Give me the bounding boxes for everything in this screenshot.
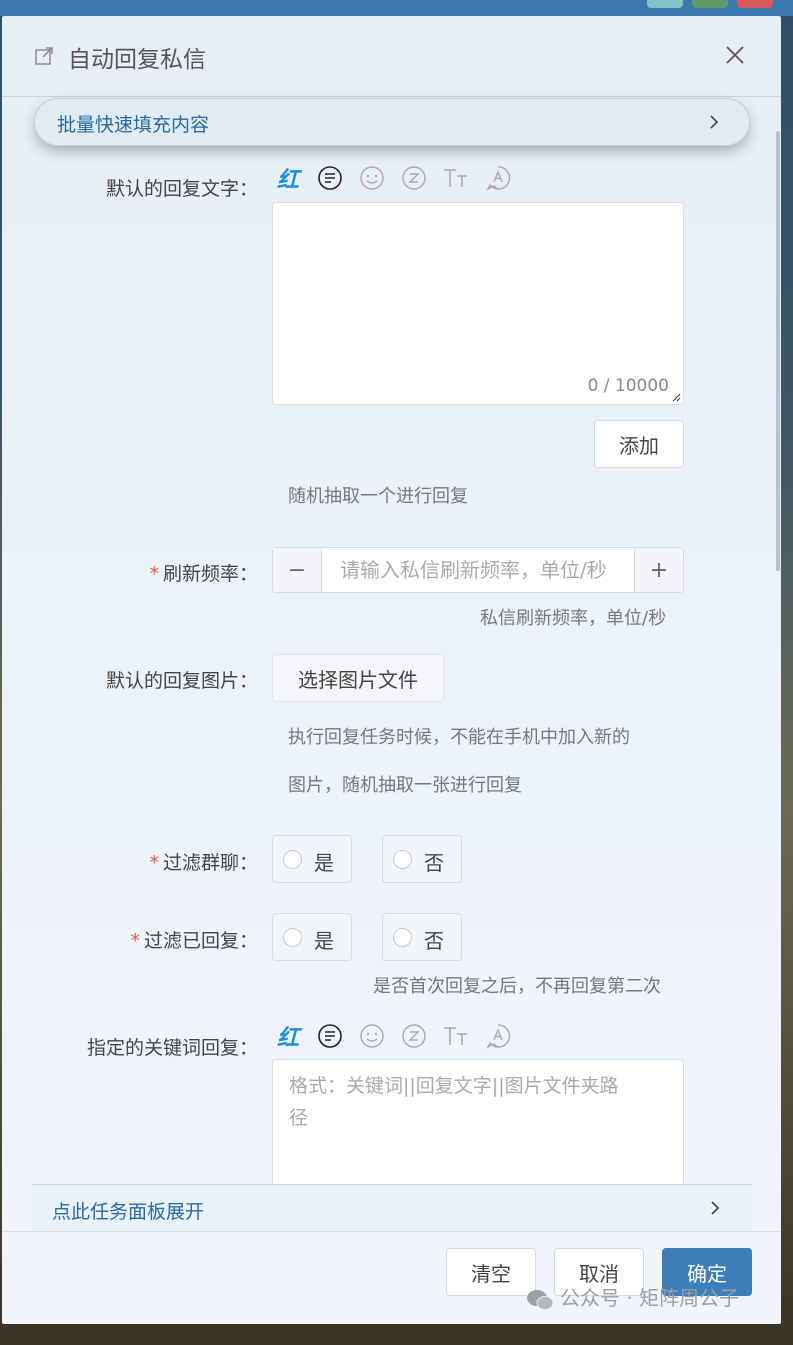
char-counter: 0 / 10000	[587, 376, 669, 396]
filter-group-yes-radio[interactable]: 是	[272, 835, 352, 883]
batch-fill-label: 批量快速填充内容	[57, 114, 210, 136]
dialog-title: 自动回复私信	[68, 47, 206, 73]
watermark: 公众号 · 矩阵周公子	[526, 1282, 739, 1311]
resize-handle-icon[interactable]	[671, 392, 681, 402]
refresh-label: * 刷新频率：	[149, 563, 258, 585]
keyword-label: 指定的关键词回复：	[86, 1037, 258, 1059]
select-image-button[interactable]: 选择图片文件	[272, 654, 444, 702]
default-image-label: 默认的回复图片：	[105, 670, 258, 692]
window-button-2[interactable]	[692, 0, 728, 8]
radio-circle[interactable]	[393, 850, 412, 869]
emoji-icon[interactable]	[358, 164, 386, 192]
editor-toolbar: 红	[274, 1022, 514, 1051]
text-color-icon[interactable]: 红	[274, 1022, 302, 1051]
scrollbar[interactable]	[776, 131, 780, 571]
radio-circle[interactable]	[283, 928, 302, 947]
default-reply-text-label: 默认的回复文字：	[105, 178, 258, 200]
filter-group-no-radio[interactable]: 否	[382, 835, 462, 883]
font-size-icon[interactable]	[442, 164, 470, 192]
watermark-text: 公众号 · 矩阵周公子	[560, 1286, 740, 1310]
clear-button[interactable]: 清空	[446, 1248, 536, 1296]
mention-icon[interactable]	[484, 1022, 512, 1050]
mention-icon[interactable]	[484, 164, 512, 192]
font-size-icon[interactable]	[442, 1022, 470, 1050]
radio-label: 是	[314, 851, 334, 875]
filter-replied-no-radio[interactable]: 否	[382, 913, 462, 961]
task-panel-expander[interactable]: 点此任务面板展开	[32, 1184, 752, 1231]
footer-divider	[2, 1231, 781, 1232]
radio-circle[interactable]	[283, 850, 302, 869]
keyword-placeholder-line1: 格式：关键词||回复文字||图片文件夹路	[289, 1075, 619, 1097]
default-reply-textarea[interactable]: 0 / 10000	[272, 202, 684, 405]
editor-toolbar: 红	[274, 164, 514, 193]
auto-reply-dialog: 自动回复私信 批量快速填充内容 默认的回复文字： 红 0 / 10000 添加 …	[2, 16, 781, 1324]
radio-label: 否	[424, 851, 444, 875]
app-top-bar	[0, 0, 793, 16]
close-icon[interactable]	[724, 44, 746, 66]
add-button[interactable]: 添加	[594, 420, 684, 468]
filter-replied-yes-radio[interactable]: 是	[272, 913, 352, 961]
increment-button[interactable]: +	[634, 548, 683, 592]
chevron-right-icon	[711, 1201, 720, 1215]
required-mark: *	[149, 563, 159, 585]
chevron-right-icon	[710, 115, 719, 129]
radio-circle[interactable]	[393, 928, 412, 947]
filter-replied-hint: 是否首次回复之后，不再回复第二次	[373, 976, 661, 997]
z-icon[interactable]	[400, 1022, 428, 1050]
list-icon[interactable]	[316, 164, 344, 192]
list-icon[interactable]	[316, 1022, 344, 1050]
filter-group-label: * 过滤群聊：	[149, 852, 258, 874]
batch-fill-panel[interactable]: 批量快速填充内容	[34, 98, 750, 146]
dialog-header: 自动回复私信	[2, 16, 781, 97]
wechat-icon	[527, 1289, 554, 1310]
expand-panel-label: 点此任务面板展开	[52, 1201, 205, 1223]
filter-replied-label: * 过滤已回复：	[130, 930, 258, 952]
keyword-textarea[interactable]: 格式：关键词||回复文字||图片文件夹路 径	[272, 1059, 684, 1201]
refresh-hint: 私信刷新频率，单位/秒	[480, 608, 667, 629]
radio-label: 是	[314, 929, 334, 953]
keyword-placeholder-line2: 径	[289, 1107, 309, 1129]
refresh-stepper[interactable]: − 请输入私信刷新频率，单位/秒 +	[272, 547, 684, 593]
z-icon[interactable]	[400, 164, 428, 192]
image-hint-line2: 图片，随机抽取一张进行回复	[288, 775, 522, 796]
random-hint: 随机抽取一个进行回复	[288, 486, 468, 507]
image-hint-line1: 执行回复任务时候，不能在手机中加入新的	[288, 727, 630, 748]
window-button-3[interactable]	[737, 0, 773, 8]
text-color-icon[interactable]: 红	[274, 164, 302, 193]
window-button-1[interactable]	[647, 0, 683, 8]
decrement-button[interactable]: −	[273, 548, 322, 592]
external-link-icon[interactable]	[34, 46, 54, 66]
refresh-input[interactable]: 请输入私信刷新频率，单位/秒	[322, 548, 634, 592]
radio-label: 否	[424, 929, 444, 953]
emoji-icon[interactable]	[358, 1022, 386, 1050]
